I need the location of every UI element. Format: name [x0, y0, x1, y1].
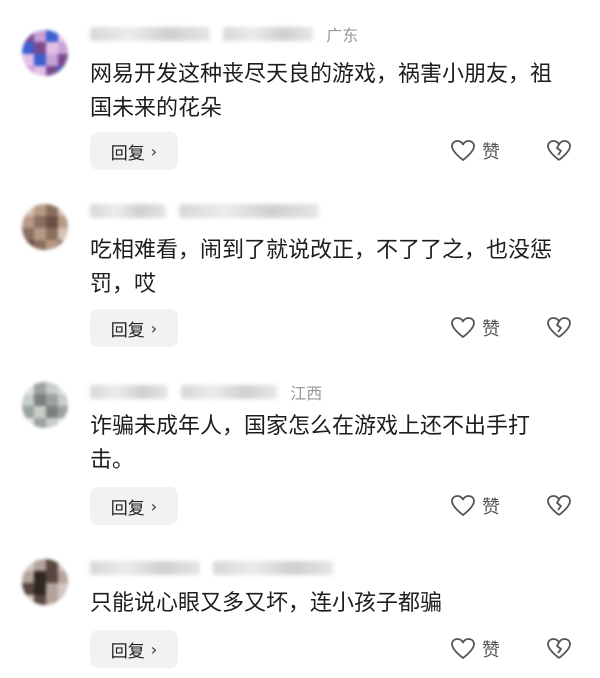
- avatar[interactable]: [22, 382, 68, 428]
- chevron-right-icon: ›: [150, 141, 158, 161]
- broken-heart-icon: [546, 316, 572, 340]
- avatar[interactable]: [22, 204, 68, 250]
- username-blurred[interactable]: [90, 203, 166, 218]
- dislike-button[interactable]: [546, 136, 572, 166]
- dislike-button[interactable]: [546, 313, 572, 343]
- username-blurred[interactable]: [90, 560, 200, 575]
- like-label: 赞: [482, 640, 500, 661]
- like-button[interactable]: 赞: [450, 491, 500, 521]
- like-button[interactable]: 赞: [450, 136, 500, 166]
- broken-heart-icon: [546, 637, 572, 661]
- like-button[interactable]: 赞: [450, 313, 500, 343]
- comment-text: 吃相难看，闹到了就说改正，不了了之，也没惩罚，哎: [90, 238, 553, 297]
- like-label: 赞: [482, 497, 500, 518]
- heart-icon: [450, 139, 476, 163]
- user-info-blurred: [181, 385, 278, 399]
- comment-text: 诈骗未成年人，国家怎么在游戏上还不出手打击。: [90, 414, 531, 473]
- like-button[interactable]: 赞: [450, 634, 500, 664]
- like-label: 赞: [482, 142, 500, 163]
- comment-text: 只能说心眼又多又坏，连小孩子都骗: [90, 591, 443, 616]
- chevron-right-icon: ›: [150, 639, 158, 659]
- comment-meta: [90, 557, 341, 579]
- reply-button[interactable]: 回复 ›: [90, 630, 178, 668]
- broken-heart-icon: [546, 139, 572, 163]
- comment-text: 网易开发这种丧尽天良的游戏，祸害小朋友，祖国未来的花朵: [90, 62, 553, 121]
- user-info-blurred: [213, 560, 334, 575]
- reply-button[interactable]: 回复 ›: [90, 487, 178, 525]
- avatar[interactable]: [22, 559, 68, 605]
- reply-label: 回复: [110, 641, 145, 662]
- region-label: 江西: [290, 384, 323, 403]
- chevron-right-icon: ›: [150, 318, 158, 338]
- username-blurred[interactable]: [90, 27, 210, 41]
- avatar[interactable]: [22, 30, 68, 76]
- reply-button[interactable]: 回复 ›: [90, 132, 178, 170]
- broken-heart-icon: [546, 494, 572, 518]
- reply-button[interactable]: 回复 ›: [90, 309, 178, 347]
- heart-icon: [450, 316, 476, 340]
- reply-label: 回复: [110, 143, 145, 164]
- comment-meta: 江西: [90, 380, 323, 403]
- dislike-button[interactable]: [546, 491, 572, 521]
- dislike-button[interactable]: [546, 634, 572, 664]
- user-info-blurred: [179, 203, 320, 218]
- username-blurred[interactable]: [90, 385, 168, 399]
- heart-icon: [450, 494, 476, 518]
- like-label: 赞: [482, 319, 500, 340]
- heart-icon: [450, 637, 476, 661]
- comment-meta: 广东: [90, 22, 359, 45]
- reply-label: 回复: [110, 498, 145, 519]
- comment-meta: [90, 200, 327, 222]
- user-info-blurred: [223, 27, 314, 41]
- region-label: 广东: [326, 26, 359, 45]
- reply-label: 回复: [110, 320, 145, 341]
- chevron-right-icon: ›: [150, 496, 158, 516]
